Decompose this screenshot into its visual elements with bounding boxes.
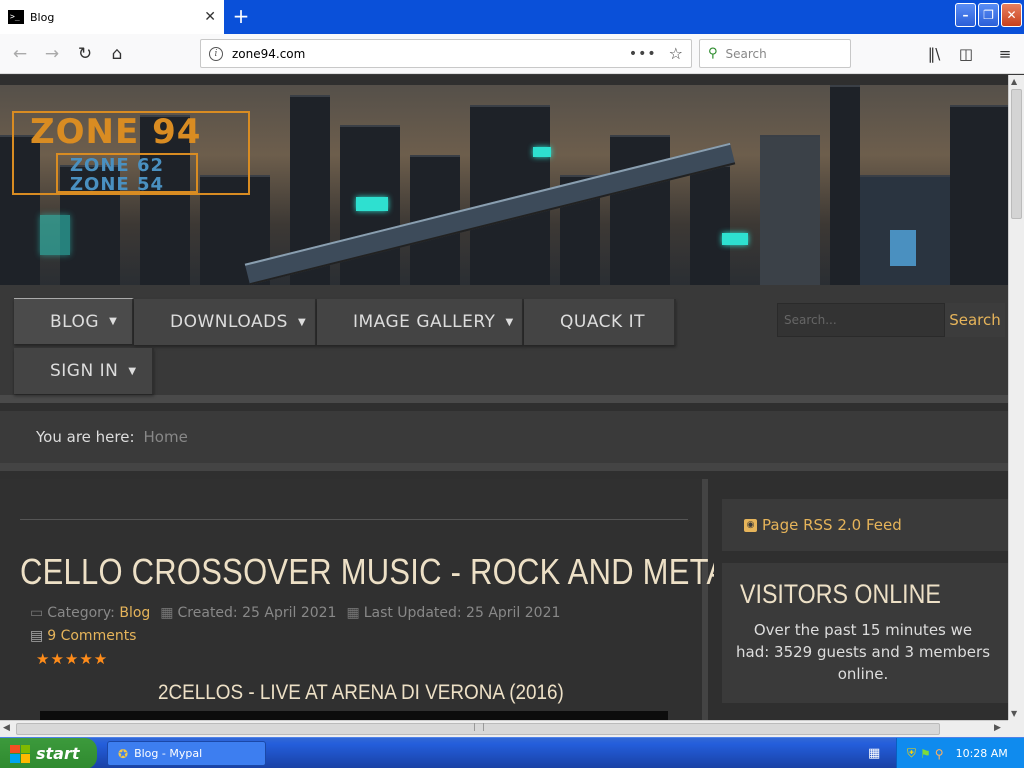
site-info-icon[interactable]: i	[209, 46, 223, 61]
menu-item-downloads[interactable]: DOWNLOADS ▼	[134, 299, 317, 345]
scroll-corner	[1008, 720, 1024, 737]
terminal-favicon-icon: >_	[8, 10, 24, 24]
logo-line2: ZONE 62	[70, 155, 165, 176]
caret-down-icon: ▼	[505, 316, 514, 328]
menu-item-image-gallery[interactable]: IMAGE GALLERY ▼	[317, 299, 524, 345]
tab-title: Blog	[30, 10, 55, 24]
taskbar-window-label: Blog - Mypal	[134, 747, 203, 760]
back-arrow-icon[interactable]: ←	[8, 42, 32, 66]
home-icon[interactable]: ⌂	[105, 42, 129, 66]
vertical-scroll-thumb[interactable]	[1011, 89, 1022, 219]
breadcrumb-label: You are here:	[36, 428, 135, 446]
window-controls: – ❐ ✕	[955, 3, 1022, 27]
logo-line3: ZONE 54	[70, 174, 165, 195]
rss-feed-link[interactable]: ◉ Page RSS 2.0 Feed	[722, 499, 1008, 551]
browser-search-placeholder: Search	[725, 46, 767, 61]
video-heading: 2CELLOS - LIVE AT ARENA DI VERONA (2016)	[158, 681, 564, 704]
page-actions-icon[interactable]: •••	[629, 46, 657, 62]
menu-item-sign-in[interactable]: SIGN IN ▼	[14, 348, 154, 394]
caret-down-icon: ▼	[297, 316, 307, 328]
menu-item-blog[interactable]: BLOG ▼	[14, 298, 134, 344]
shield-icon[interactable]: ⛨	[907, 746, 916, 761]
tab-blog[interactable]: >_ Blog ✕	[0, 0, 224, 34]
divider	[20, 519, 688, 520]
hamburger-menu-icon[interactable]: ≡	[994, 43, 1016, 65]
visitors-title: VISITORS ONLINE	[740, 579, 941, 609]
taskbar-window-button[interactable]: ✪ Blog - Mypal	[107, 741, 266, 766]
rss-label: Page RSS 2.0 Feed	[762, 516, 902, 534]
comment-icon: ▤	[30, 628, 44, 644]
rating-stars[interactable]: ★★★★★	[36, 650, 108, 668]
visitors-online-module: VISITORS ONLINE Over the past 15 minutes…	[722, 563, 1008, 703]
comments-count: 9 Comments	[47, 628, 137, 644]
calendar-icon: ▦	[346, 605, 360, 621]
windows-flag-icon	[10, 744, 30, 763]
scroll-down-icon[interactable]: ▼	[1011, 709, 1017, 718]
browser-tab-bar: >_ Blog ✕ + – ❐ ✕	[0, 0, 1024, 34]
horizontal-scrollbar[interactable]: ◀ ▶	[0, 720, 1008, 737]
search-icon: ⚲	[708, 46, 718, 61]
bookmark-star-icon[interactable]: ☆	[669, 44, 683, 63]
logo-line1: ZONE 94	[30, 112, 202, 152]
comments-link[interactable]: ▤ 9 Comments	[30, 628, 136, 644]
system-tray: ⛨ ⚑ ⚲ 10:28 AM	[896, 738, 1024, 768]
browser-toolbar: ← → ↻ ⌂ i zone94.com ••• ☆ ⚲ Search ‖\ ◫…	[0, 34, 1024, 74]
search-tray-icon[interactable]: ⚲	[935, 747, 944, 761]
site-search-button[interactable]: Search	[945, 303, 1005, 337]
forward-arrow-icon[interactable]: →	[40, 42, 64, 66]
scroll-grip	[474, 723, 484, 731]
address-bar[interactable]: i zone94.com ••• ☆	[200, 39, 692, 68]
site-logo[interactable]: ZONE 94 ZONE 62 ZONE 54	[12, 111, 250, 195]
scroll-left-icon[interactable]: ◀	[3, 723, 10, 733]
article-column: CELLO CROSSOVER MUSIC - ROCK AND METAL ▭…	[0, 479, 745, 720]
menu-item-label: IMAGE GALLERY	[353, 312, 496, 332]
reload-icon[interactable]: ↻	[73, 42, 97, 66]
menu-item-label: SIGN IN	[50, 361, 119, 381]
site-search-input[interactable]: Search...	[777, 303, 945, 337]
minimize-button[interactable]: –	[955, 3, 976, 27]
rss-icon: ◉	[744, 518, 757, 532]
start-label: start	[36, 744, 80, 763]
category-label: Category:	[47, 605, 115, 621]
caret-down-icon: ▼	[109, 316, 118, 327]
sidebar: ◉ Page RSS 2.0 Feed VISITORS ONLINE Over…	[714, 479, 1008, 720]
created-date: Created: 25 April 2021	[177, 605, 337, 621]
breadcrumb-home: Home	[143, 428, 188, 446]
menu-item-label: DOWNLOADS	[170, 312, 288, 332]
mypal-icon: ✪	[118, 746, 129, 761]
article-meta: ▭ Category: Blog ▦ Created: 25 April 2021 …	[30, 605, 560, 621]
updated-date: Last Updated: 25 April 2021	[363, 605, 561, 621]
scroll-right-icon[interactable]: ▶	[994, 723, 1001, 733]
breadcrumb: You are here: Home	[0, 411, 1008, 471]
url-text[interactable]: zone94.com	[232, 47, 629, 61]
caret-down-icon: ▼	[128, 365, 137, 377]
visitors-text: Over the past 15 minutes we had: 3529 gu…	[736, 621, 991, 683]
close-window-button[interactable]: ✕	[1001, 3, 1022, 27]
library-icon[interactable]: ‖\	[923, 43, 945, 65]
menu-item-quack-it[interactable]: QUACK IT	[524, 299, 676, 345]
scroll-up-icon[interactable]: ▲	[1011, 77, 1017, 86]
category-link[interactable]: Blog	[119, 605, 150, 621]
taskbar: start ✪ Blog - Mypal ▦ ⛨ ⚑ ⚲ 10:28 AM	[0, 737, 1024, 768]
network-icon[interactable]: ⚑	[920, 747, 931, 761]
article-title[interactable]: CELLO CROSSOVER MUSIC - ROCK AND METAL	[20, 551, 745, 593]
keyboard-icon[interactable]: ▦	[868, 746, 880, 761]
close-tab-icon[interactable]: ✕	[204, 9, 216, 25]
video-embed[interactable]	[40, 711, 668, 720]
folder-icon: ▭	[30, 605, 44, 621]
maximize-button[interactable]: ❐	[978, 3, 999, 27]
browser-search-input[interactable]: ⚲ Search	[699, 39, 851, 68]
new-tab-button[interactable]: +	[230, 4, 252, 28]
page-viewport: ZONE 94 ZONE 62 ZONE 54 BLOG ▼ DOWNLOADS ▼…	[0, 75, 1008, 720]
main-menu: BLOG ▼ DOWNLOADS ▼ IMAGE GALLERY ▼ QUACK IT…	[0, 285, 1008, 403]
header-banner: ZONE 94 ZONE 62 ZONE 54	[0, 85, 1008, 285]
menu-item-label: QUACK IT	[560, 312, 645, 332]
clock: 10:28 AM	[955, 747, 1008, 760]
vertical-scrollbar[interactable]: ▲ ▼	[1008, 75, 1024, 720]
sidebar-toggle-icon[interactable]: ◫	[955, 43, 977, 65]
calendar-icon: ▦	[160, 605, 174, 621]
menu-item-label: BLOG	[50, 311, 100, 332]
start-button[interactable]: start	[0, 738, 97, 768]
